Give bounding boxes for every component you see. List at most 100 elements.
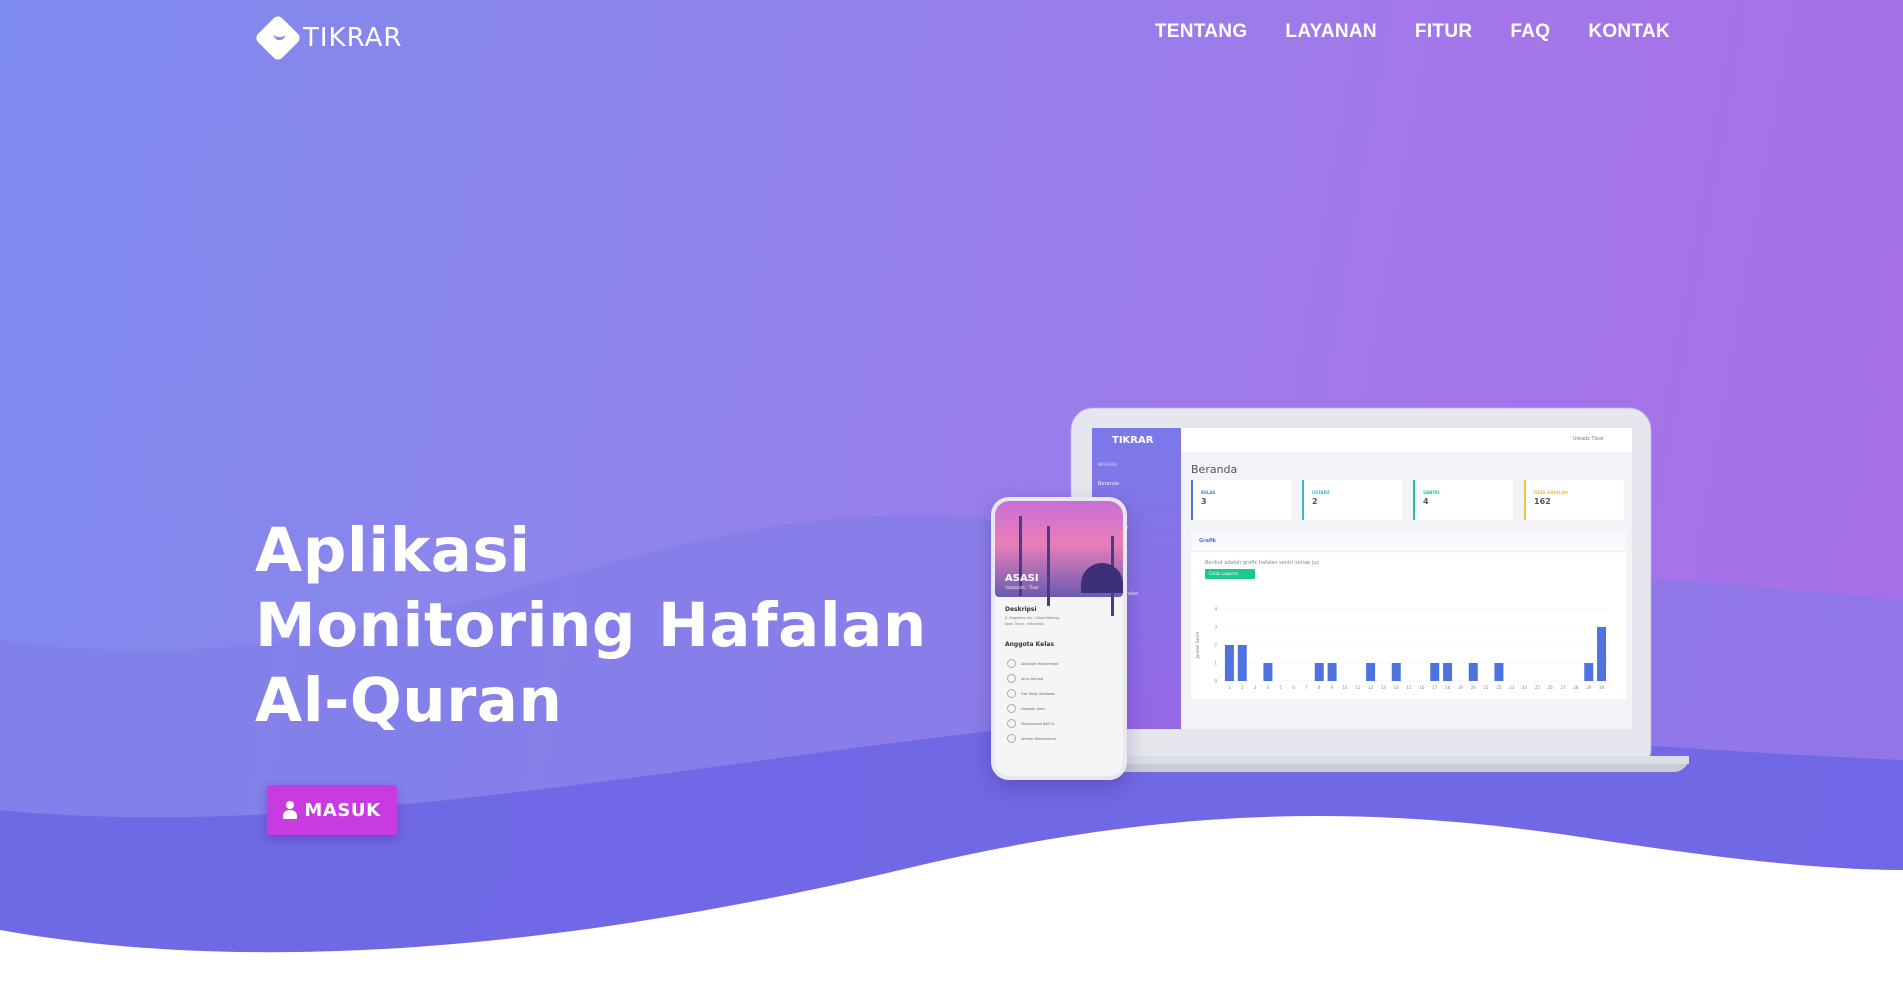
nav-link-faq[interactable]: FAQ [1510,21,1550,43]
avatar [1007,674,1016,683]
chart-bar [1237,645,1247,681]
login-button[interactable]: MASUK [267,785,397,835]
hero-title-line: Monitoring Hafalan [255,590,927,661]
hafalan-bar-chart: 012341 2 3 4 5 6 7 8 9 10 11 12 13 14 15 16 17 18 19 20 21 22… [1195,607,1608,694]
y-tick-label: 3 [1214,625,1217,630]
list-item: Ammar Muhammad [995,729,1123,744]
x-tick-label: 22 [1496,685,1502,690]
x-tick-label: 28 [1573,685,1579,690]
brand-name: TIKRAR [303,23,403,53]
phone-desc-text: Jl. Angkatan No. 1 Kota Malang, Jawa Tim… [1005,616,1061,626]
chart-bar [1430,663,1440,681]
x-tick-label: 7 [1305,685,1308,690]
stat-card-ustadz: USTADZ 2 [1302,480,1402,520]
graph-card: Grafik Berikut adalah grafik hafalan san… [1191,531,1626,699]
x-tick-label: 1 [1228,685,1231,690]
chart-bar [1327,663,1337,681]
phone-member-list: Abdullah Muhammad Aliya Ahmad Dwi Rizky … [995,648,1123,744]
chart-bar [1224,645,1234,681]
x-tick-label: 30 [1599,685,1605,690]
nav-link-tentang[interactable]: TENTANG [1155,21,1248,43]
nav-link-fitur[interactable]: FITUR [1415,21,1472,43]
list-item: Muhammad Rafli S. [995,714,1123,729]
nav-link-kontak[interactable]: KONTAK [1588,21,1670,43]
x-tick-label: 13 [1381,685,1387,690]
chart-bar [1263,663,1273,681]
x-tick-label: 15 [1407,685,1413,690]
nav-link-layanan[interactable]: LAYANAN [1285,21,1377,43]
graph-description: Berikut adalah grafik hafalan santri set… [1205,560,1319,566]
phone-members-title: Anggota Kelas [1005,641,1054,648]
phone-mockup: ASASI Ustadz/ah : Tiear Deskripsi Jl. An… [991,497,1127,780]
login-button-label: MASUK [304,799,381,821]
x-tick-label: 12 [1368,685,1374,690]
stat-label: USTADZ [1312,490,1330,495]
dashboard-page-title: Beranda [1191,463,1238,476]
x-tick-label: 23 [1509,685,1515,690]
phone-class-name: ASASI [1005,573,1039,584]
stat-label: DATA HAFALAN [1534,490,1568,495]
avatar [1007,734,1016,743]
x-tick-label: 11 [1355,685,1361,690]
smile-logo-icon [253,13,303,63]
y-tick-label: 0 [1214,679,1217,684]
stat-card-hafalan: DATA HAFALAN 162 [1524,480,1624,520]
x-tick-label: 19 [1458,685,1464,690]
chart-bar [1584,663,1594,681]
avatar [1007,659,1016,668]
stat-card-santri: SANTRI 4 [1413,480,1513,520]
x-tick-label: 18 [1445,685,1451,690]
chart-bar [1314,663,1324,681]
print-report-button[interactable]: Cetak Laporan [1205,569,1255,579]
hero-title: Aplikasi Monitoring Hafalan Al-Quran [255,513,955,738]
phone-desc-title: Deskripsi [1005,606,1037,613]
stat-card-kelas: KELAS 3 [1191,480,1291,520]
stat-value: 3 [1201,497,1207,506]
x-tick-label: 6 [1292,685,1295,690]
chart-bar [1391,663,1401,681]
x-tick-label: 17 [1432,685,1438,690]
x-tick-label: 9 [1331,685,1334,690]
brand-logo[interactable]: TIKRAR [253,13,403,63]
dashboard-brand: TIKRAR [1112,435,1154,446]
x-tick-label: 14 [1394,685,1400,690]
x-axis-label: Juz [1412,693,1419,694]
user-icon [283,801,298,819]
x-tick-label: 10 [1342,685,1348,690]
list-item: Hamzah Amin [995,699,1123,714]
x-tick-label: 26 [1548,685,1554,690]
x-tick-label: 21 [1484,685,1490,690]
x-tick-label: 4 [1267,685,1270,690]
stat-label: KELAS [1201,490,1216,495]
main-nav: TENTANG LAYANAN FITUR FAQ KONTAK [1155,21,1670,43]
graph-title: Grafik [1191,531,1626,552]
avatar [1007,719,1016,728]
y-tick-label: 1 [1214,661,1217,666]
x-tick-label: 27 [1561,685,1567,690]
x-tick-label: 2 [1241,685,1244,690]
y-tick-label: 4 [1214,607,1217,612]
dashboard-user: Ustadz Tiear [1572,436,1604,442]
dashboard-menu-label: NAVIGASI [1098,462,1117,467]
x-tick-label: 24 [1522,685,1528,690]
stat-value: 2 [1312,497,1318,506]
avatar [1007,704,1016,713]
y-axis-label: Jumlah Santri [1195,632,1200,660]
x-tick-label: 20 [1471,685,1477,690]
y-tick-label: 2 [1214,643,1217,648]
hero-title-line: Aplikasi [255,515,531,586]
x-tick-label: 5 [1279,685,1282,690]
stat-label: SANTRI [1423,490,1440,495]
list-item: Dwi Rizky Setiawan [995,684,1123,699]
stat-value: 162 [1534,497,1551,506]
dashboard-menu-item: Beranda [1098,481,1120,487]
avatar [1007,689,1016,698]
mosque-banner: ASASI Ustadz/ah : Tiear [995,501,1123,616]
hero-title-line: Al-Quran [255,665,563,736]
laptop-base [1046,756,1689,772]
dashboard-topbar: Ustadz Tiear [1181,428,1632,452]
chart-bar [1494,663,1504,681]
list-item: Abdullah Muhammad [995,654,1123,669]
top-navbar: TIKRAR TENTANG LAYANAN FITUR FAQ KONTAK [253,0,1670,76]
chart-bar [1597,627,1607,681]
